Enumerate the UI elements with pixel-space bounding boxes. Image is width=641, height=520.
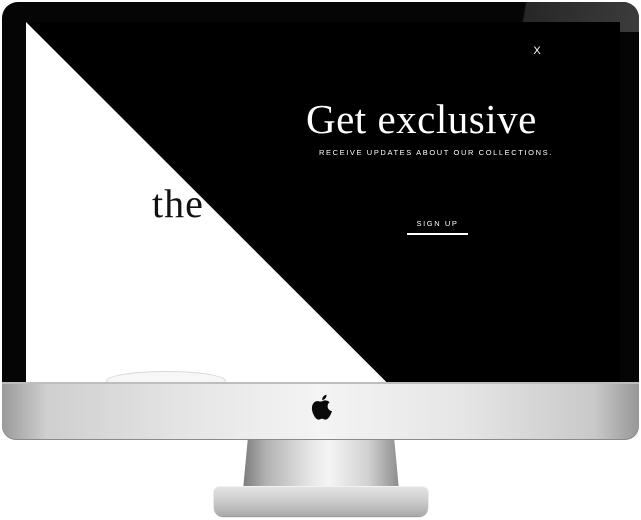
signup-button[interactable]: SIGN UP: [407, 219, 468, 235]
monitor-stand-neck: [243, 440, 399, 490]
monitor-screen: the X Get exclusive RECEIVE UPDATES ABOU…: [26, 22, 620, 384]
close-icon[interactable]: X: [530, 44, 544, 58]
monitor-stand-base: [214, 486, 428, 516]
monitor-chin: [2, 382, 639, 440]
monitor-bezel: the X Get exclusive RECEIVE UPDATES ABOU…: [2, 2, 639, 386]
apple-logo-icon: [311, 394, 332, 420]
popup-title: Get exclusive: [306, 96, 537, 142]
monitor-mockup: the X Get exclusive RECEIVE UPDATES ABOU…: [0, 0, 641, 520]
popup-subtitle: RECEIVE UPDATES ABOUT OUR COLLECTIONS.: [319, 148, 553, 157]
